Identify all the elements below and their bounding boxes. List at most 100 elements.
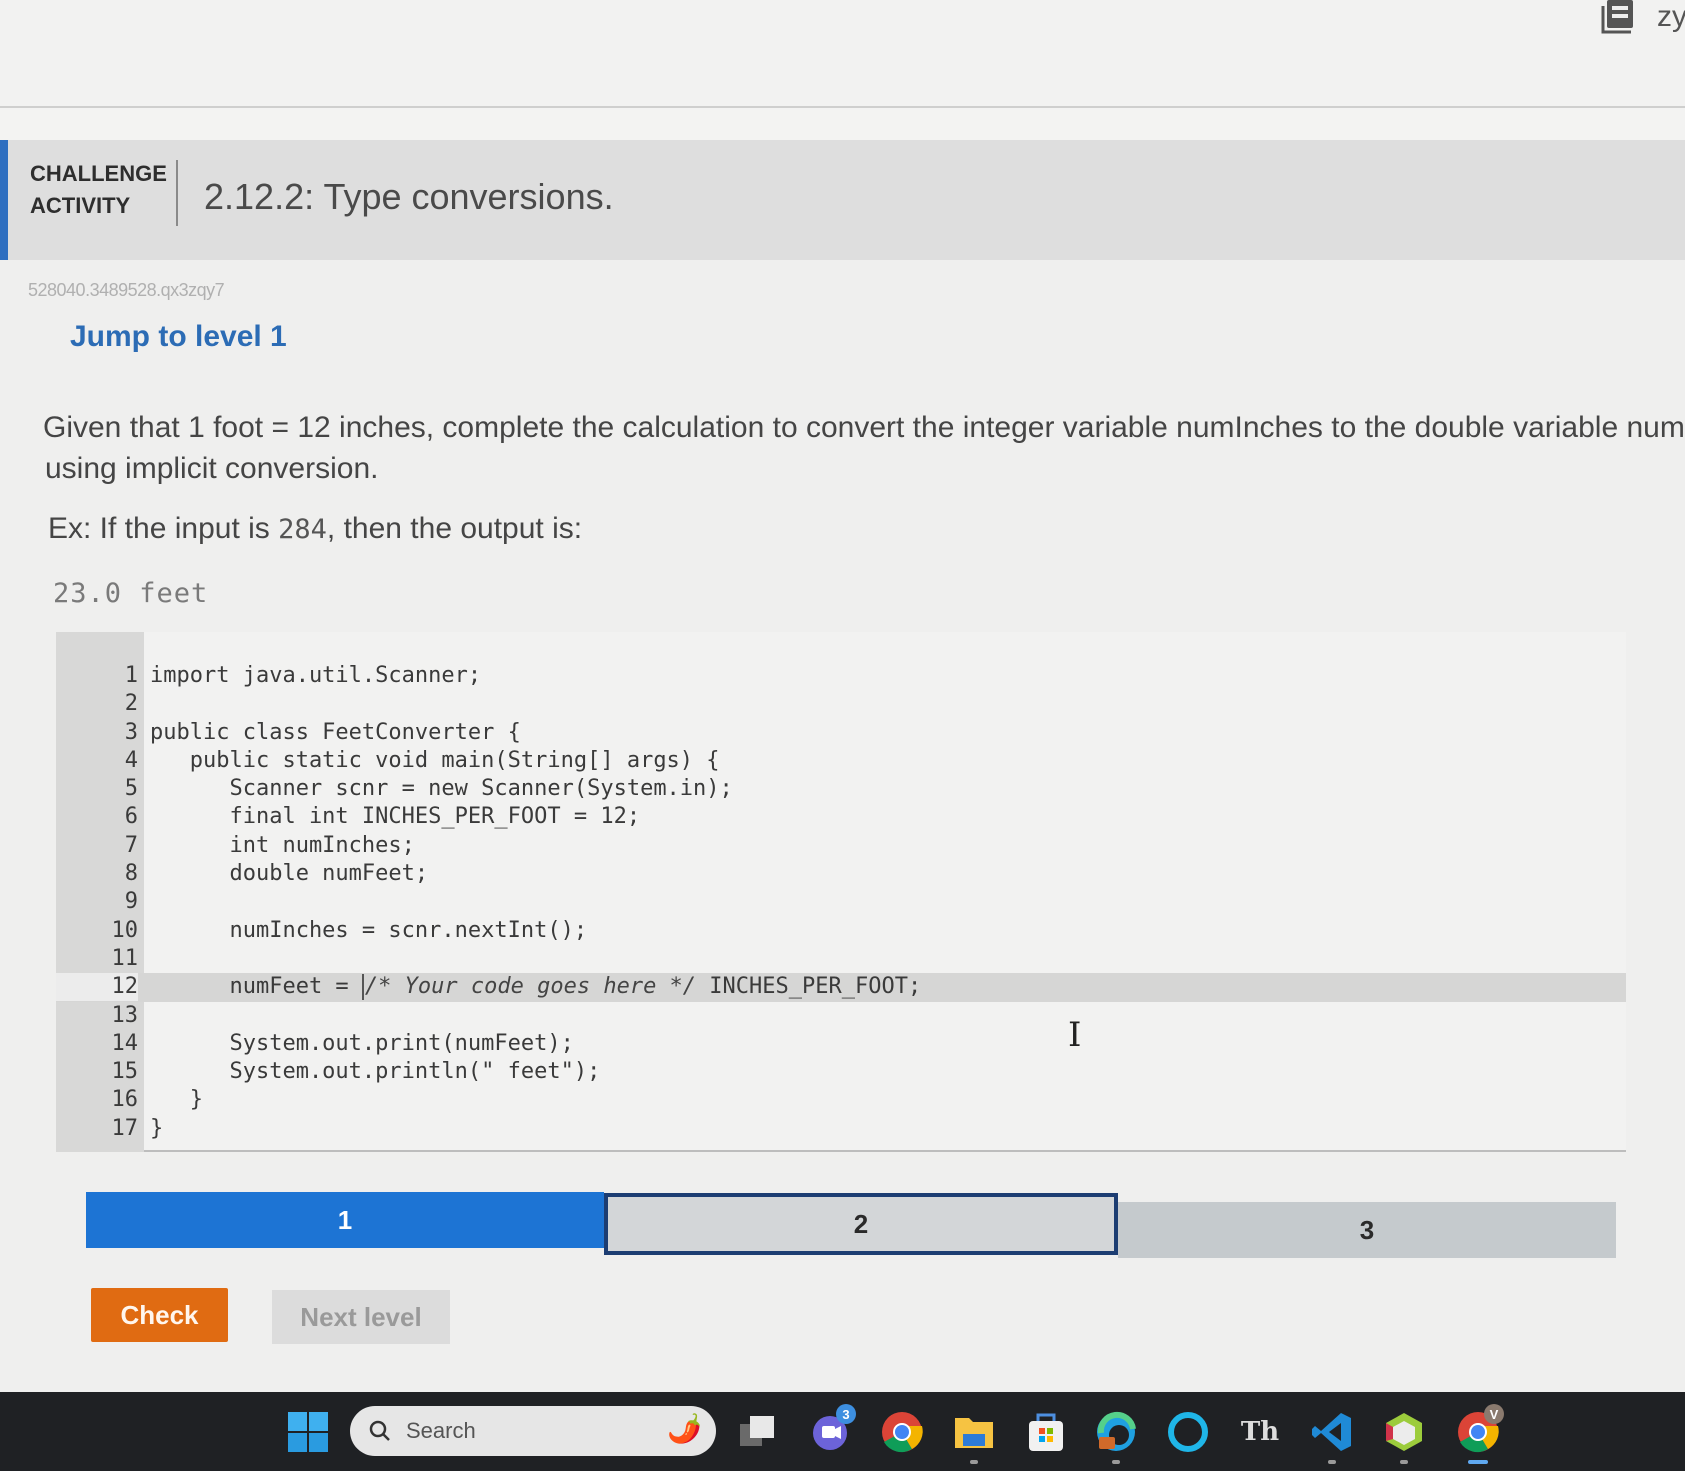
line-code[interactable]: System.out.print(numFeet); xyxy=(144,1030,573,1058)
page: zy CHALLENGE ACTIVITY 2.12.2: Type conve… xyxy=(0,0,1685,1471)
example-output: 23.0 feet xyxy=(53,578,209,609)
file-explorer-button[interactable] xyxy=(952,1410,996,1464)
search-icon xyxy=(369,1420,390,1441)
code-line[interactable]: 16 } xyxy=(56,1086,1626,1114)
level-1-label: 1 xyxy=(337,1204,353,1235)
code-line[interactable]: 6 final int INCHES_PER_FOOT = 12; xyxy=(56,803,1626,831)
line-code[interactable]: numInches = scnr.nextInt(); xyxy=(144,917,587,945)
notification-badge: 3 xyxy=(836,1404,856,1424)
code-line[interactable]: 1 import java.util.Scanner; xyxy=(56,662,1626,690)
code-line[interactable]: 17} xyxy=(56,1115,1626,1143)
code-line[interactable]: 3 public class FeetConverter { xyxy=(56,719,1626,747)
chrome-icon xyxy=(882,1412,923,1453)
example-input: 284 xyxy=(278,514,327,545)
line-code[interactable]: public static void main(String[] args) { xyxy=(144,747,720,775)
book-icon[interactable] xyxy=(1601,0,1641,34)
challenge-header: CHALLENGE ACTIVITY 2.12.2: Type conversi… xyxy=(0,140,1685,260)
line-code[interactable]: numFeet = /* Your code goes here */ INCH… xyxy=(144,973,921,1001)
code-line[interactable]: 11 xyxy=(56,945,1626,973)
code-line[interactable]: 15 System.out.println(" feet"); xyxy=(56,1058,1626,1086)
store-button[interactable] xyxy=(1024,1410,1068,1454)
alexa-icon xyxy=(1168,1412,1208,1452)
running-indicator xyxy=(1400,1460,1408,1464)
example-suffix: , then the output is: xyxy=(326,512,583,545)
line-code[interactable]: } xyxy=(144,1115,163,1143)
code-line[interactable]: 13 xyxy=(56,1002,1626,1030)
line-code[interactable]: public class FeetConverter { xyxy=(144,719,521,747)
code-line[interactable]: 8 double numFeet; xyxy=(56,860,1626,888)
toolbar-strip xyxy=(0,108,1685,144)
alexa-button[interactable] xyxy=(1166,1410,1210,1454)
line-number: 7 xyxy=(124,832,138,858)
line-number: 14 xyxy=(111,1030,139,1056)
code-line[interactable]: 4 public static void main(String[] args)… xyxy=(56,747,1626,775)
line-code[interactable]: double numFeet; xyxy=(144,860,428,888)
line-code[interactable]: } xyxy=(144,1086,203,1114)
example-text: Ex: If the input is 284, then the output… xyxy=(48,512,582,546)
level-3-tab[interactable]: 3 xyxy=(1118,1202,1616,1258)
running-indicator xyxy=(970,1460,978,1464)
level-1-tab[interactable]: 1 xyxy=(86,1192,604,1248)
code-line[interactable]: 5 Scanner scnr = new Scanner(System.in); xyxy=(56,775,1626,803)
typora-button[interactable]: Th xyxy=(1238,1410,1282,1454)
prompt-text: Given that 1 foot = 12 inches, complete … xyxy=(43,411,1685,444)
code-line[interactable]: 12 numFeet = /* Your code goes here */ I… xyxy=(56,973,1626,1002)
challenge-label-line1: CHALLENGE xyxy=(30,161,167,186)
next-level-button[interactable]: Next level xyxy=(272,1290,450,1344)
task-view-button[interactable] xyxy=(736,1410,780,1454)
vscode-icon xyxy=(1312,1413,1351,1451)
cube-app-icon xyxy=(1386,1413,1422,1451)
taskbar: Search 🌶️ 3 Th V xyxy=(0,1392,1685,1471)
line-number: 10 xyxy=(111,917,139,943)
code-line[interactable]: 2 xyxy=(56,690,1626,718)
edge-button[interactable] xyxy=(1094,1410,1138,1464)
activity-id: 528040.3489528.qx3zqy7 xyxy=(28,280,225,300)
line-number: 1 xyxy=(124,663,138,688)
line-number: 8 xyxy=(124,861,138,887)
code-line[interactable]: 9 xyxy=(56,888,1626,916)
code-line[interactable]: 7 int numInches; xyxy=(56,832,1626,860)
search-placeholder: Search xyxy=(406,1418,476,1443)
code-editor[interactable]: 1 import java.util.Scanner; 2 3 public class… xyxy=(56,632,1626,1152)
code-line[interactable]: 10 numInches = scnr.nextInt(); xyxy=(56,917,1626,945)
store-icon xyxy=(1029,1413,1063,1451)
level-2-label: 2 xyxy=(853,1208,869,1239)
prompt-text-line2: using implicit conversion. xyxy=(45,452,379,485)
line-number: 3 xyxy=(124,719,138,745)
challenge-accent xyxy=(0,140,8,260)
jump-to-level-link[interactable]: Jump to level 1 xyxy=(70,320,287,354)
cube-app-button[interactable] xyxy=(1382,1410,1426,1464)
line-number: 15 xyxy=(111,1059,139,1085)
line-code[interactable]: int numInches; xyxy=(144,832,414,860)
line-number: 17 xyxy=(111,1115,139,1141)
code-lines[interactable]: 1 import java.util.Scanner; 2 3 public class… xyxy=(56,662,1626,1143)
windows-icon xyxy=(288,1412,328,1452)
line-code[interactable]: System.out.println(" feet"); xyxy=(144,1058,600,1086)
chrome-button[interactable] xyxy=(880,1410,924,1454)
code-line[interactable]: 14 System.out.print(numFeet); xyxy=(56,1030,1626,1058)
level-3-label: 3 xyxy=(1359,1214,1375,1245)
chrome-profile-button[interactable]: V xyxy=(1456,1404,1504,1464)
brand-text: zy xyxy=(1657,0,1685,33)
check-button[interactable]: Check xyxy=(91,1288,228,1342)
start-button[interactable] xyxy=(286,1410,330,1454)
level-2-tab[interactable]: 2 xyxy=(604,1193,1118,1255)
line-code[interactable]: final int INCHES_PER_FOOT = 12; xyxy=(144,803,640,831)
line-number: 6 xyxy=(124,804,138,830)
example-prefix: Ex: If the input is xyxy=(48,512,279,545)
text-cursor-icon: I xyxy=(1068,1015,1082,1055)
code-text: numFeet = xyxy=(150,974,362,1000)
vscode-button[interactable] xyxy=(1310,1410,1354,1464)
typora-icon: Th xyxy=(1240,1417,1280,1447)
taskbar-search[interactable]: Search 🌶️ xyxy=(350,1406,716,1456)
line-number: 9 xyxy=(124,889,138,915)
active-indicator xyxy=(1468,1460,1488,1464)
level-progress: 1 2 3 xyxy=(86,1192,1616,1258)
line-code[interactable]: import java.util.Scanner; xyxy=(144,662,481,690)
challenge-title: 2.12.2: Type conversions. xyxy=(204,176,614,217)
code-text: INCHES_PER_FOOT; xyxy=(696,974,922,1000)
line-number: 12 xyxy=(56,973,138,1002)
line-code[interactable]: Scanner scnr = new Scanner(System.in); xyxy=(144,775,732,803)
teams-button[interactable]: 3 xyxy=(808,1404,856,1454)
browser-toolbar: zy xyxy=(0,0,1685,108)
